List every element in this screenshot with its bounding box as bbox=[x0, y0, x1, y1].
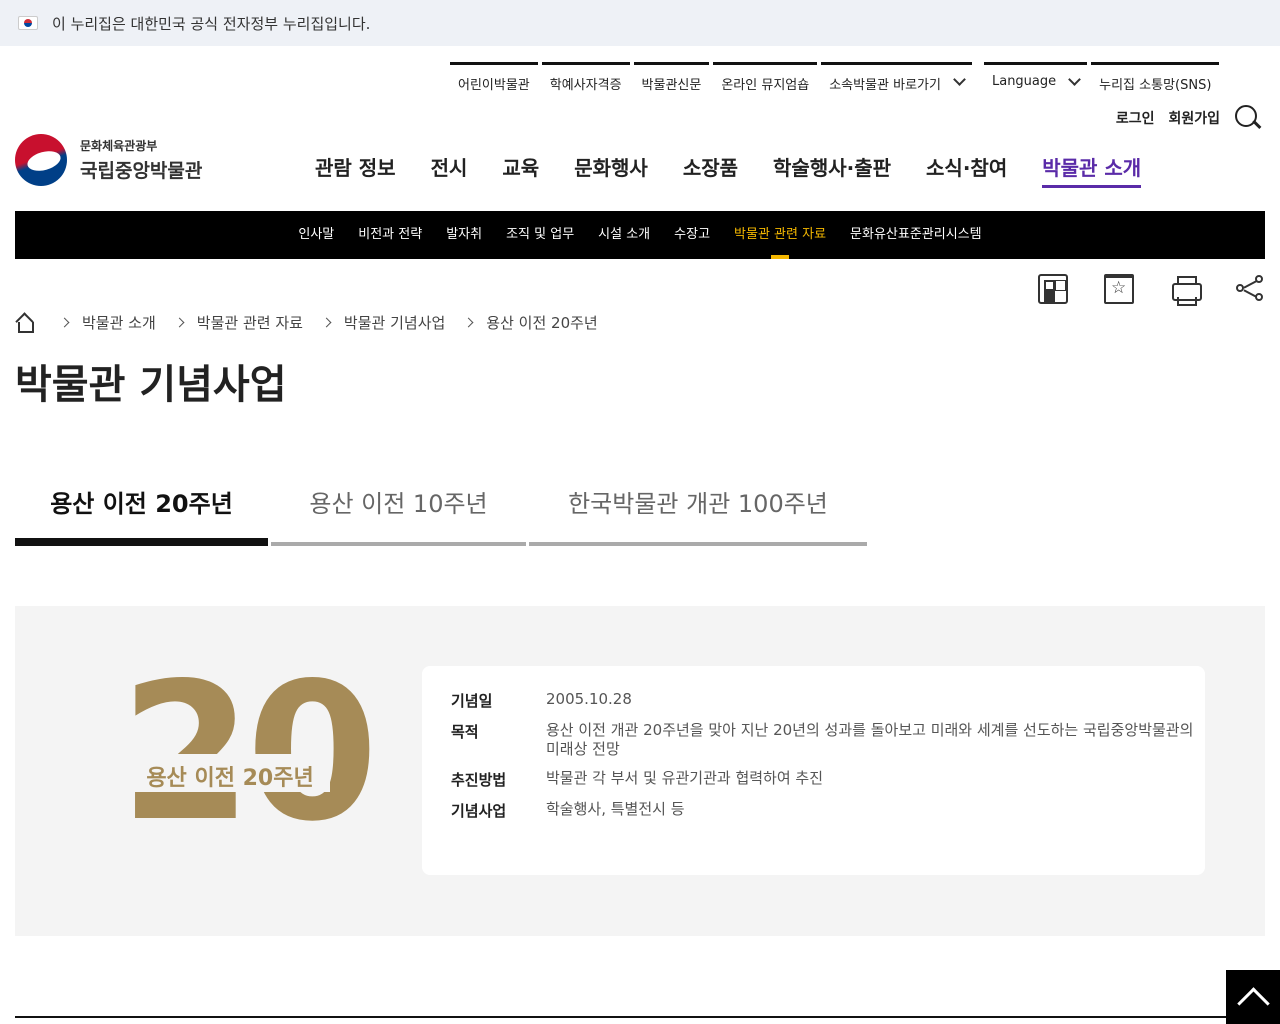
print-icon[interactable] bbox=[1170, 274, 1202, 304]
breadcrumb: 박물관 소개 박물관 관련 자료 박물관 기념사업 용산 이전 20주년 bbox=[15, 312, 598, 333]
logo-ministry: 문화체육관광부 bbox=[80, 139, 158, 153]
breadcrumb-item[interactable]: 박물관 기념사업 bbox=[344, 312, 445, 333]
info-value: 박물관 각 부서 및 유관기관과 협력하여 추진 bbox=[546, 769, 824, 787]
page-tools bbox=[1002, 274, 1266, 304]
sub-nav-organization[interactable]: 조직 및 업무 bbox=[506, 211, 574, 259]
info-label: 목적 bbox=[451, 723, 479, 741]
taegeuk-logo-icon bbox=[15, 134, 67, 186]
search-icon[interactable] bbox=[1234, 104, 1262, 132]
account-links: 로그인 회원가입 bbox=[1116, 104, 1262, 132]
main-nav-education[interactable]: 교육 bbox=[502, 152, 539, 188]
emblem-label: 용산 이전 20주년 bbox=[146, 766, 314, 791]
tab-yongsan-20th[interactable]: 용산 이전 20주년 bbox=[15, 478, 268, 546]
chevron-down-icon bbox=[953, 73, 966, 86]
chevron-right-icon bbox=[321, 317, 332, 328]
qr-code-icon[interactable] bbox=[1038, 274, 1068, 304]
info-label: 기념일 bbox=[451, 692, 493, 710]
util-kids-museum[interactable]: 어린이박물관 bbox=[450, 62, 538, 98]
main-nav-visit-info[interactable]: 관람 정보 bbox=[315, 152, 396, 188]
util-sns[interactable]: 누리집 소통망(SNS) bbox=[1091, 62, 1220, 98]
main-nav-collections[interactable]: 소장품 bbox=[683, 152, 738, 188]
share-icon[interactable] bbox=[1236, 274, 1266, 304]
breadcrumb-item[interactable]: 박물관 관련 자료 bbox=[197, 312, 303, 333]
sub-nav-greeting[interactable]: 인사말 bbox=[298, 211, 334, 259]
chevron-right-icon bbox=[59, 317, 70, 328]
chevron-right-icon bbox=[174, 317, 185, 328]
site-logo[interactable]: 문화체육관광부 국립중앙박물관 bbox=[15, 134, 202, 186]
sub-nav-heritage-system[interactable]: 문화유산표준관리시스템 bbox=[850, 211, 982, 259]
main-nav-news[interactable]: 소식·참여 bbox=[926, 152, 1007, 188]
gov-banner-text: 이 누리집은 대한민국 공식 전자정부 누리집입니다. bbox=[52, 14, 371, 33]
utility-nav: 어린이박물관 학예사자격증 박물관신문 온라인 뮤지엄숍 소속박물관 바로가기 … bbox=[450, 62, 1223, 98]
sub-nav-facilities[interactable]: 시설 소개 bbox=[598, 211, 650, 259]
anniversary-info-panel: 20 용산 이전 20주년 기념일 2005.10.28 목적 용산 이전 개관… bbox=[15, 606, 1265, 936]
korea-flag-icon bbox=[18, 16, 38, 30]
login-link[interactable]: 로그인 bbox=[1116, 108, 1155, 128]
home-icon[interactable] bbox=[15, 314, 34, 333]
breadcrumb-item[interactable]: 박물관 소개 bbox=[82, 312, 156, 333]
content-divider bbox=[15, 1016, 1265, 1018]
tab-museum-100th[interactable]: 한국박물관 개관 100주년 bbox=[529, 478, 867, 546]
tab-yongsan-10th[interactable]: 용산 이전 10주년 bbox=[271, 478, 526, 546]
main-nav-events[interactable]: 문화행사 bbox=[574, 152, 648, 188]
main-nav-exhibitions[interactable]: 전시 bbox=[431, 152, 468, 188]
logo-museum-name: 국립중앙박물관 bbox=[80, 160, 203, 182]
chevron-right-icon bbox=[463, 317, 474, 328]
main-nav-research[interactable]: 학술행사·출판 bbox=[773, 152, 891, 188]
info-row: 기념사업 학술행사, 특별전시 등 bbox=[451, 800, 1205, 821]
info-value: 학술행사, 특별전시 등 bbox=[546, 800, 685, 818]
scroll-to-top-button[interactable] bbox=[1226, 970, 1280, 1024]
anniversary-emblem: 20 용산 이전 20주년 bbox=[120, 658, 378, 849]
sub-nav-history[interactable]: 발자취 bbox=[446, 211, 482, 259]
page-title: 박물관 기념사업 bbox=[15, 362, 287, 408]
chevron-down-icon bbox=[1068, 73, 1082, 86]
util-affiliated-museums[interactable]: 소속박물관 바로가기 bbox=[821, 62, 972, 98]
emblem-digits: 20 bbox=[120, 642, 378, 863]
info-row: 기념일 2005.10.28 bbox=[451, 690, 1205, 711]
sub-nav-vision[interactable]: 비전과 전략 bbox=[358, 211, 422, 259]
info-label: 기념사업 bbox=[451, 802, 507, 820]
anniversary-tabs: 용산 이전 20주년 용산 이전 10주년 한국박물관 개관 100주년 bbox=[15, 478, 870, 546]
util-online-shop[interactable]: 온라인 뮤지엄숍 bbox=[713, 62, 818, 98]
info-value: 용산 이전 개관 20주년을 맞아 지난 20년의 성과를 돌아보고 미래와 세… bbox=[546, 721, 1194, 758]
bookmark-star-icon[interactable] bbox=[1104, 274, 1134, 304]
util-language[interactable]: Language bbox=[983, 62, 1088, 98]
info-value: 2005.10.28 bbox=[546, 690, 632, 708]
util-museum-news[interactable]: 박물관신문 bbox=[633, 62, 710, 98]
util-curator-license[interactable]: 학예사자격증 bbox=[541, 62, 630, 98]
signup-link[interactable]: 회원가입 bbox=[1168, 108, 1220, 128]
main-nav: 관람 정보 전시 교육 문화행사 소장품 학술행사·출판 소식·참여 박물관 소… bbox=[315, 152, 1176, 188]
breadcrumb-current: 용산 이전 20주년 bbox=[486, 314, 598, 332]
sub-nav-storage[interactable]: 수장고 bbox=[674, 211, 710, 259]
sub-nav: 인사말 비전과 전략 발자취 조직 및 업무 시설 소개 수장고 박물관 관련 … bbox=[15, 211, 1265, 259]
info-card: 기념일 2005.10.28 목적 용산 이전 개관 20주년을 맞아 지난 2… bbox=[422, 666, 1205, 875]
main-nav-about[interactable]: 박물관 소개 bbox=[1042, 152, 1142, 188]
sub-nav-museum-materials[interactable]: 박물관 관련 자료 bbox=[734, 211, 826, 259]
info-row: 추진방법 박물관 각 부서 및 유관기관과 협력하여 추진 bbox=[451, 769, 1205, 790]
info-row: 목적 용산 이전 개관 20주년을 맞아 지난 20년의 성과를 돌아보고 미래… bbox=[451, 721, 1205, 759]
info-label: 추진방법 bbox=[451, 771, 507, 789]
gov-banner: 이 누리집은 대한민국 공식 전자정부 누리집입니다. bbox=[0, 0, 1280, 46]
